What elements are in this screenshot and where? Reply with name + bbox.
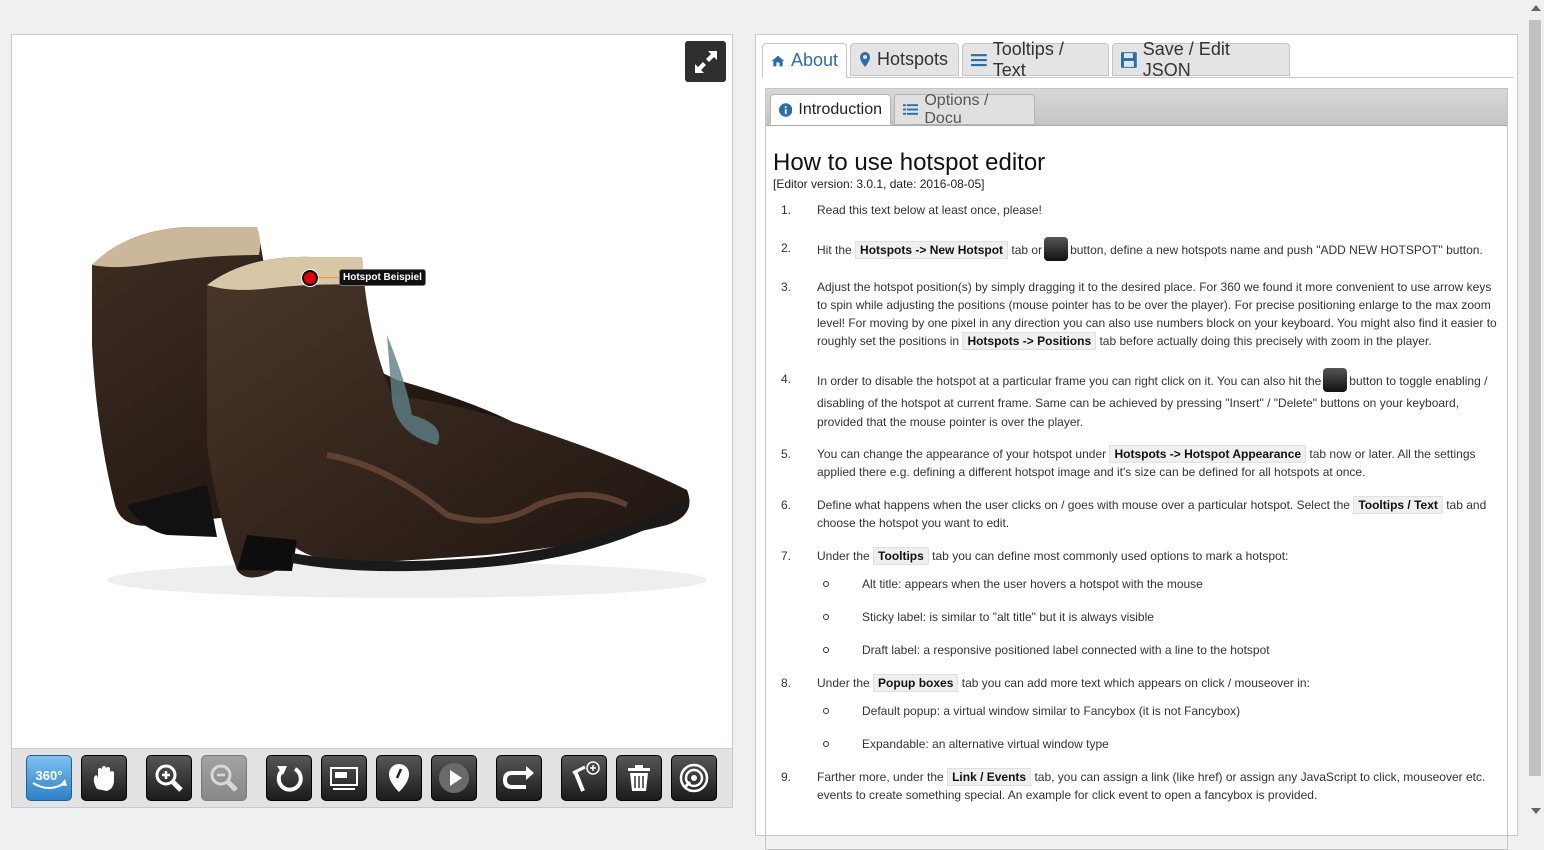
scroll-thumb[interactable] xyxy=(1529,20,1541,776)
hotspot-toggle-button[interactable] xyxy=(376,755,422,801)
tab-tooltips-text[interactable]: Tooltips / Text xyxy=(962,39,1109,80)
tab-hotspots-label: Hotspots xyxy=(877,49,949,69)
reset-icon xyxy=(276,766,303,792)
svg-text:360°: 360° xyxy=(36,768,63,783)
play-button[interactable] xyxy=(431,755,477,801)
page-title: How to use hotspot editor xyxy=(773,149,1046,176)
tab-reference: Popup boxes xyxy=(873,674,959,692)
add-hotspot-icon xyxy=(1044,237,1069,261)
editor-version: [Editor version: 3.0.1, date: 2016-08-05… xyxy=(773,177,985,191)
main-tab-bar: About Hotspots Tooltips / Text Save / Ed… xyxy=(762,39,1513,80)
list-icon xyxy=(971,53,987,66)
360-button[interactable]: 360° xyxy=(26,755,72,801)
info-icon xyxy=(779,102,793,117)
hotspot-player[interactable]: Hotspot Beispiel 360° xyxy=(11,34,733,808)
tab-tooltips-text-label: Tooltips / Text xyxy=(992,38,1064,80)
save-icon xyxy=(1121,51,1137,68)
editor-panel: About Hotspots Tooltips / Text Save / Ed… xyxy=(755,34,1518,850)
redo-icon xyxy=(502,766,534,789)
map-marker-icon xyxy=(860,52,870,67)
expand-icon xyxy=(694,50,717,73)
scroll-down-arrow-icon[interactable] xyxy=(1531,808,1541,814)
scroll-up-arrow-icon[interactable] xyxy=(1531,5,1541,11)
zoom-out-icon xyxy=(210,764,238,792)
tab-options-docu[interactable]: Options / Docu xyxy=(894,91,1035,127)
screen-button[interactable] xyxy=(321,755,367,801)
tab-hotspots[interactable]: Hotspots xyxy=(850,43,959,76)
toggle-hotspot-frame-button[interactable] xyxy=(671,755,717,801)
360-icon: 360° xyxy=(32,768,67,789)
pan-button[interactable] xyxy=(81,755,127,801)
target-icon xyxy=(679,763,709,793)
home-icon xyxy=(771,55,785,66)
add-hotspot-icon xyxy=(572,761,600,792)
tab-save-edit-json-label: Save / Edit JSON xyxy=(1142,38,1230,80)
zoom-out-button[interactable] xyxy=(201,755,247,801)
about-tab-content: Introduction Options / Docu How to use h… xyxy=(765,88,1508,850)
tab-reference: Tooltips / Text xyxy=(1353,496,1443,514)
hand-icon xyxy=(93,766,114,791)
boots-product-image[interactable] xyxy=(67,185,707,605)
tab-about-label: About xyxy=(790,50,838,70)
map-pin-icon xyxy=(389,764,409,792)
tab-save-edit-json[interactable]: Save / Edit JSON xyxy=(1112,39,1290,80)
tab-reference: Tooltips xyxy=(873,547,929,565)
tab-about[interactable]: About xyxy=(762,43,847,78)
zoom-in-icon xyxy=(155,764,183,792)
list-bullets-icon xyxy=(903,104,919,115)
reset-button[interactable] xyxy=(266,755,312,801)
tab-introduction-label: Introduction xyxy=(798,100,882,118)
new-hotspot-button[interactable] xyxy=(561,755,607,801)
tab-reference: Hotspots -> Hotspot Appearance xyxy=(1109,445,1307,463)
hotspot-connector-line xyxy=(318,277,340,278)
hotspot-marker[interactable] xyxy=(302,270,318,286)
page-scrollbar[interactable] xyxy=(1527,0,1544,819)
screen-icon xyxy=(330,767,358,790)
sub-tab-bar: Introduction Options / Docu xyxy=(766,89,1507,127)
delete-button[interactable] xyxy=(616,755,662,801)
tab-options-docu-label: Options / Docu xyxy=(924,91,989,127)
tab-reference: Hotspots -> New Hotspot xyxy=(855,241,1009,260)
play-icon xyxy=(439,763,469,793)
player-toolbar: 360° xyxy=(12,748,732,807)
target-icon xyxy=(1323,368,1348,392)
introduction-content: How to use hotspot editor [Editor versio… xyxy=(773,149,1503,802)
hotspot-label: Hotspot Beispiel xyxy=(339,269,426,286)
tab-introduction[interactable]: Introduction xyxy=(770,94,891,125)
zoom-in-button[interactable] xyxy=(146,755,192,801)
tab-reference: Link / Events xyxy=(947,768,1032,786)
tab-reference: Hotspots -> Positions xyxy=(962,332,1097,350)
redo-button[interactable] xyxy=(496,755,542,801)
fullscreen-button[interactable] xyxy=(685,41,726,82)
trash-icon xyxy=(628,765,650,791)
